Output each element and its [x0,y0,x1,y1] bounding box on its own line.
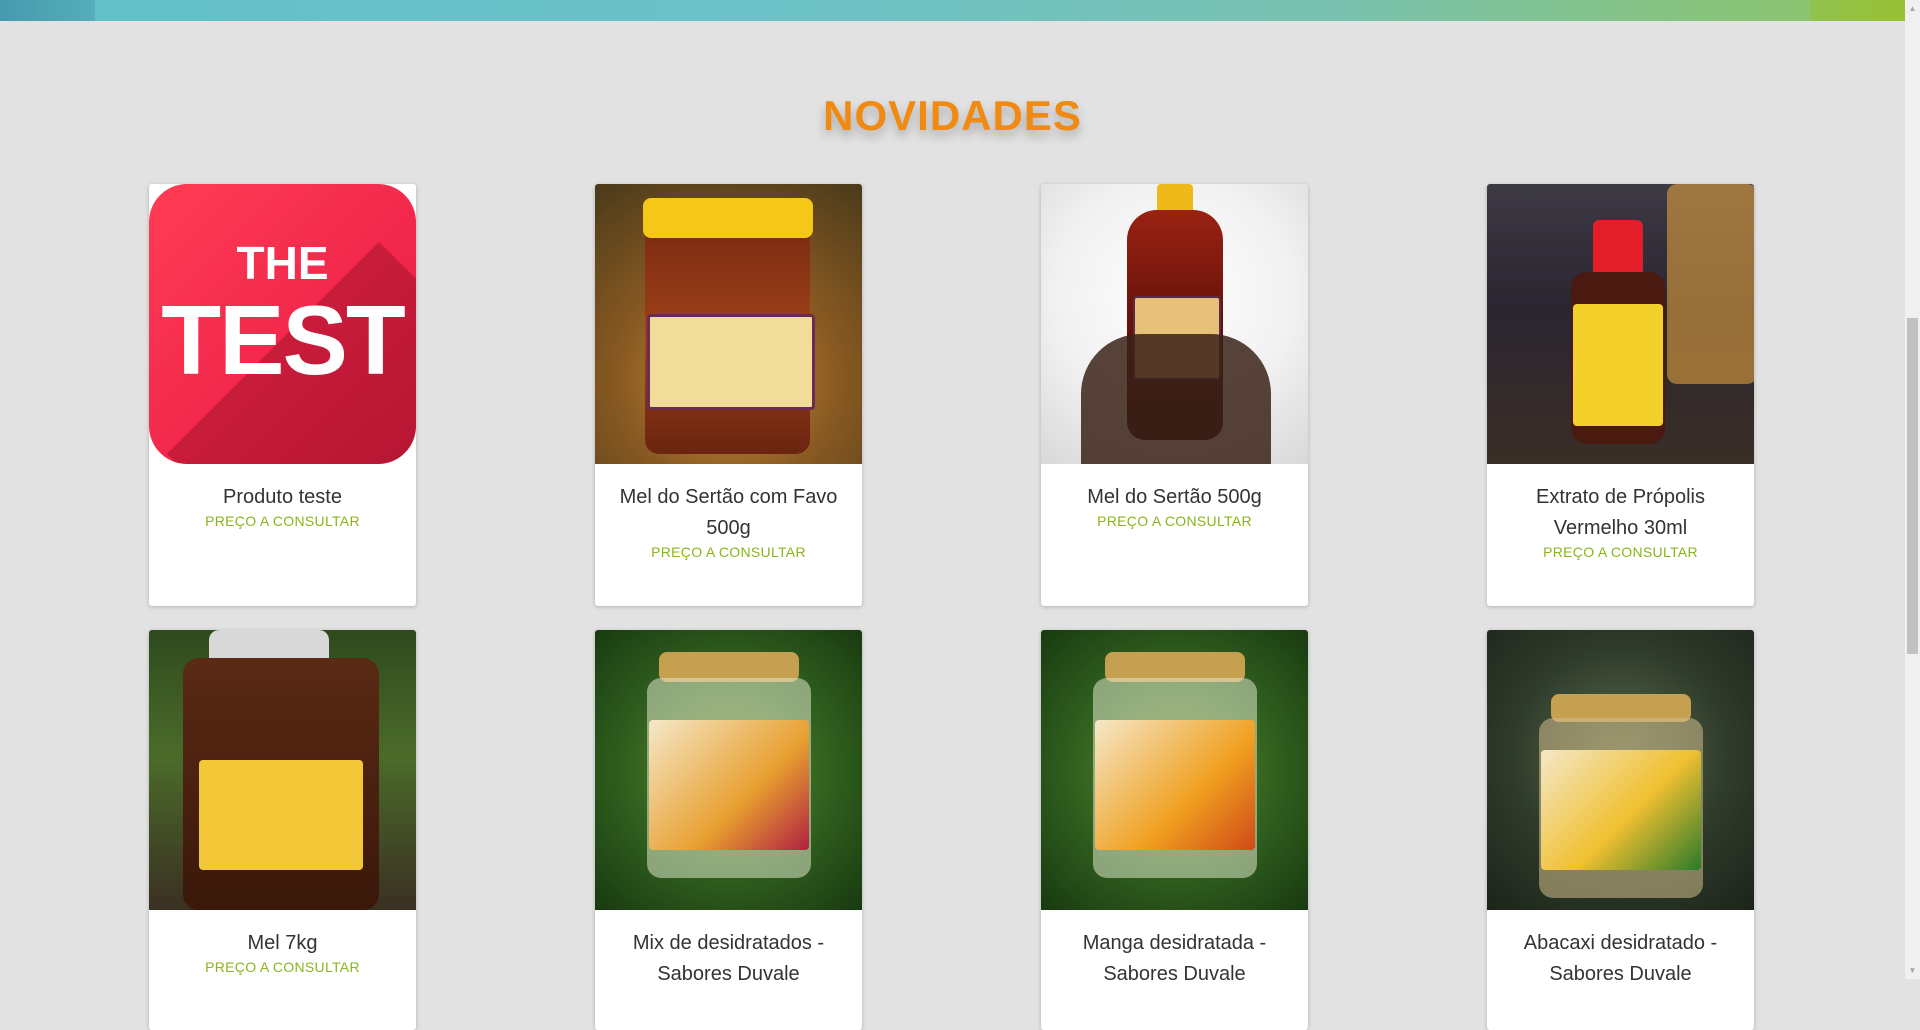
product-price: PREÇO A CONSULTAR [1097,513,1252,529]
product-price: PREÇO A CONSULTAR [205,959,360,975]
top-accent-bar [0,0,1905,21]
product-image[interactable] [149,630,416,910]
product-card[interactable]: Mix de desidratados - Sabores Duvale [595,630,862,1030]
product-name[interactable]: Mel do Sertão 500g [1051,482,1298,513]
product-image[interactable] [1487,630,1754,910]
jar-label-shape [647,314,815,410]
product-price: PREÇO A CONSULTAR [651,544,806,560]
product-card[interactable]: THE TEST Produto teste PREÇO A CONSULTAR [149,184,416,606]
product-image[interactable] [1487,184,1754,464]
top-bar-right-edge [1810,0,1905,21]
hands-shape [1081,334,1271,464]
product-name[interactable]: Abacaxi desidratado - Sabores Duvale [1497,928,1744,990]
jar-label-shape [649,720,809,850]
logo-text-test: TEST [161,285,405,395]
product-name[interactable]: Produto teste [159,482,406,513]
jar-lid-shape [643,198,813,238]
honeycomb-shape [1667,184,1754,384]
product-card[interactable]: Mel do Sertão 500g PREÇO A CONSULTAR [1041,184,1308,606]
scroll-down-arrow-icon[interactable]: ▼ [1905,962,1920,979]
jar-label-shape [1095,720,1255,850]
propolis-label-shape [1573,304,1663,426]
product-name[interactable]: Mel do Sertão com Favo 500g [605,482,852,544]
product-name[interactable]: Mel 7kg [159,928,406,959]
product-image[interactable] [595,184,862,464]
scroll-up-arrow-icon[interactable]: ▲ [1905,0,1920,17]
top-bar-left-edge [0,0,95,21]
dropper-cap-shape [1593,220,1643,276]
product-image[interactable] [1041,630,1308,910]
product-image[interactable]: THE TEST [149,184,416,464]
jar-label-shape [1541,750,1701,870]
product-name[interactable]: Extrato de Própolis Vermelho 30ml [1497,482,1744,544]
product-card[interactable]: Mel do Sertão com Favo 500g PREÇO A CONS… [595,184,862,606]
page-scrollbar[interactable]: ▲ ▼ [1905,0,1920,979]
product-image[interactable] [1041,184,1308,464]
scrollbar-thumb[interactable] [1907,318,1918,654]
section-title: NOVIDADES [823,92,1082,139]
logo-text-the: THE [236,237,329,289]
product-card[interactable]: Abacaxi desidratado - Sabores Duvale [1487,630,1754,1030]
gallon-label-shape [199,760,363,870]
product-price: PREÇO A CONSULTAR [1543,544,1698,560]
product-price: PREÇO A CONSULTAR [205,513,360,529]
product-card[interactable]: Mel 7kg PREÇO A CONSULTAR [149,630,416,1030]
product-card[interactable]: Manga desidratada - Sabores Duvale [1041,630,1308,1030]
product-card[interactable]: Extrato de Própolis Vermelho 30ml PREÇO … [1487,184,1754,606]
product-name[interactable]: Mix de desidratados - Sabores Duvale [605,928,852,990]
product-image[interactable] [595,630,862,910]
product-name[interactable]: Manga desidratada - Sabores Duvale [1051,928,1298,990]
